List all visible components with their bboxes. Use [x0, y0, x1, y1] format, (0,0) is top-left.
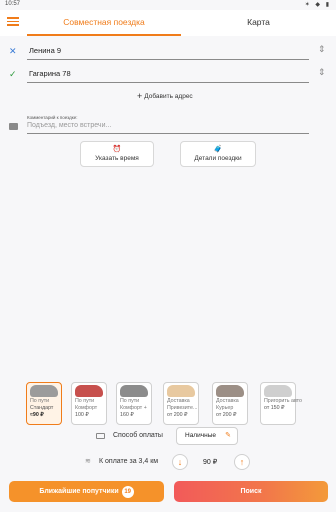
tariff-card[interactable]: По пути Комфорт +160 ₽ [116, 382, 152, 425]
price-label: К оплате за 3,4 км [99, 458, 159, 465]
tariff-card[interactable]: Пригорить авто от 150 ₽ [260, 382, 302, 425]
price-amount: 90 ₽ [203, 459, 218, 466]
check-icon: ✓ [9, 69, 17, 79]
tariff-price: от 200 ₽ [167, 412, 188, 418]
car-icon [167, 385, 195, 397]
tariff-price: от 200 ₽ [216, 412, 237, 418]
input-underline [27, 82, 309, 83]
address-row-to[interactable]: ✓ Гагарина 78 ⇕ [0, 66, 336, 86]
menu-icon[interactable] [7, 17, 19, 29]
edit-icon: ✎ [225, 432, 231, 439]
set-time-button[interactable]: ⏰ Указать время [80, 141, 154, 167]
car-icon [216, 385, 244, 397]
car-icon [120, 385, 148, 397]
tariff-price: ≈90 ₽ [30, 412, 44, 418]
nearby-count-badge: 19 [121, 486, 134, 498]
tariff-line2: Комфорт + [120, 405, 147, 411]
tariff-price: 160 ₽ [120, 412, 134, 418]
comment-input[interactable]: Подъезд, место встречи... [27, 122, 309, 134]
tariff-line1: Доставка [216, 398, 239, 404]
top-bar: Совместная поездка Карта [0, 10, 336, 36]
nearby-companions-button[interactable]: Ближайшие попутчики 19 [9, 481, 164, 502]
car-icon [75, 385, 103, 397]
nearby-companions-label: Ближайшие попутчики [39, 488, 119, 495]
reorder-handle-icon[interactable]: ⇕ [318, 44, 326, 55]
tab-joint-trip[interactable]: Совместная поездка [27, 10, 181, 36]
status-time: 10:57 [5, 1, 21, 7]
trip-details-label: Детали поездки [194, 155, 242, 162]
trip-details-button[interactable]: 🧳 Детали поездки [180, 141, 256, 167]
status-icons: ✶ ◆ ▮ [304, 2, 331, 8]
tariff-line2: Стандарт [30, 405, 54, 411]
tariff-line1: По пути [75, 398, 95, 404]
car-icon [30, 385, 58, 397]
set-time-label: Указать время [95, 155, 139, 162]
payment-row: Способ оплаты Наличные ✎ [0, 427, 336, 445]
tariff-line1: По пути [30, 398, 50, 404]
luggage-icon: 🧳 [213, 146, 223, 153]
search-button[interactable]: Поиск [174, 481, 328, 502]
tariff-line2: Курьер [216, 405, 234, 411]
address-from-input[interactable]: Ленина 9 [29, 46, 61, 55]
comment-label: Комментарий к поездке: [27, 115, 78, 120]
tariff-card[interactable]: Доставка Привезите... от 200 ₽ [163, 382, 199, 425]
tariff-card[interactable]: Доставка Курьер от 200 ₽ [212, 382, 248, 425]
status-bar: 10:57 ✶ ◆ ▮ [0, 0, 336, 10]
payment-method-value: Наличные [185, 432, 216, 439]
tariff-line2: Пригорить авто [264, 398, 302, 404]
payment-method-button[interactable]: Наличные ✎ [176, 427, 238, 445]
address-to-input[interactable]: Гагарина 78 [29, 69, 71, 78]
payment-label: Способ оплаты [113, 432, 163, 439]
tariff-card[interactable]: По пути Стандарт ≈90 ₽ [26, 382, 62, 425]
tariff-line1: По пути [120, 398, 140, 404]
increase-price-button[interactable]: ↑ [234, 454, 250, 470]
price-row: ≋ К оплате за 3,4 км ↓ 90 ₽ ↑ [0, 453, 336, 471]
address-row-from[interactable]: ✕ Ленина 9 ⇕ [0, 43, 336, 63]
tariff-line2: Привезите... [167, 405, 198, 411]
add-address-button[interactable]: + Добавить адрес [137, 91, 193, 101]
tariff-card[interactable]: По пути Комфорт 100 ₽ [71, 382, 107, 425]
decrease-price-button[interactable]: ↓ [172, 454, 188, 470]
coins-icon: ≋ [85, 458, 91, 465]
plus-icon: + [137, 91, 143, 101]
tariff-line1: Доставка [167, 398, 190, 404]
reorder-handle-icon[interactable]: ⇕ [318, 67, 326, 78]
comment-icon [9, 123, 18, 130]
car-icon [264, 385, 292, 397]
tariff-line2: Комфорт [75, 405, 98, 411]
alarm-clock-icon: ⏰ [112, 146, 122, 153]
tariff-price: от 150 ₽ [264, 405, 285, 411]
input-underline [27, 59, 309, 60]
add-address-label: Добавить адрес [144, 93, 193, 100]
tariff-price: 100 ₽ [75, 412, 89, 418]
payment-card-icon [96, 433, 105, 439]
tab-map[interactable]: Карта [181, 10, 336, 36]
remove-address-icon[interactable]: ✕ [9, 46, 17, 57]
